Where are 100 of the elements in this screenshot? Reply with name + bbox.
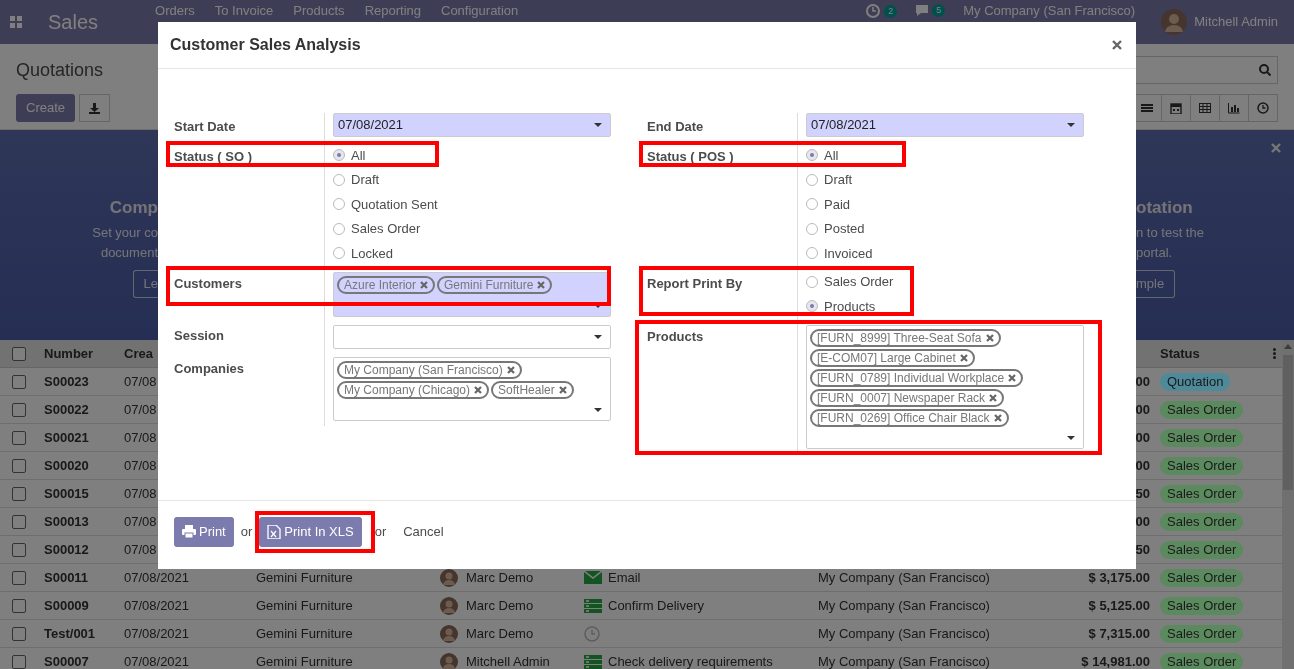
radio-button[interactable] [806,247,818,260]
radio-button[interactable] [806,173,818,186]
download-button[interactable] [79,94,111,122]
date-cell: 07/08 [124,485,157,501]
menu-link[interactable]: Reporting [364,4,421,18]
tags-field[interactable]: [FURN_8999] Three-Seat Sofa [E-COM07] Large Cabinet [FURN_0789] Individual Workplace [FURN_0007] Newspaper Rack [FURN_0269] Office Chair Black [806,324,1084,449]
tag-chip[interactable]: [FURN_0789] Individual Workplace [810,368,1024,387]
remove-icon[interactable] [474,385,483,394]
row-checkbox[interactable] [12,570,26,585]
tags-field[interactable]: Azure Interior Gemini Furniture [333,271,611,317]
tag-chip[interactable]: [E-COM07] Large Cabinet [810,348,975,367]
menu-link[interactable]: Configuration [441,4,519,18]
field-value: 07/08/2021 [811,116,877,135]
company-cell: My Company (San Francisco) [818,569,990,585]
remove-icon[interactable] [989,393,998,402]
tag-chip[interactable]: Azure Interior [337,275,436,294]
cancel-link[interactable]: Cancel [393,516,454,548]
row-checkbox[interactable] [12,514,26,529]
tag-label: [FURN_8999] Three-Seat Sofa [817,330,982,345]
tag-chip[interactable]: SoftHealer [491,380,574,399]
user-name[interactable]: Mitchell Admin [1194,12,1278,32]
row-checkbox[interactable] [12,542,26,557]
remove-icon[interactable] [420,280,429,289]
view-switch-button[interactable] [1190,94,1220,122]
column-header[interactable]: Number [38,343,122,364]
scrollbar-thumb[interactable] [1283,355,1293,490]
remove-icon[interactable] [985,333,994,342]
radio-button[interactable] [806,198,818,211]
column-header[interactable]: Status [1160,343,1200,364]
list-icon[interactable] [584,654,602,669]
radio-button[interactable] [806,222,818,235]
envelope-icon[interactable] [584,571,602,584]
radio-button[interactable] [806,300,818,313]
row-checkbox[interactable] [12,626,26,641]
tag-chip[interactable]: [FURN_8999] Three-Seat Sofa [810,328,1001,347]
scrollbar[interactable] [1282,340,1294,669]
menu-link[interactable]: Orders [155,4,195,18]
radio-label[interactable]: Quotation Sent [351,194,438,214]
date-field[interactable]: 07/08/2021 [806,113,1084,137]
radio-button[interactable] [806,275,818,288]
select-field[interactable] [333,324,611,349]
radio-button[interactable] [333,247,345,260]
radio-label[interactable]: Draft [351,170,380,190]
status-badge: Sales Order [1160,596,1244,615]
print-xls-button[interactable]: Print In XLS [259,517,362,547]
remove-icon[interactable] [1008,373,1017,382]
banner-text: portal. [1136,244,1173,262]
tag-chip[interactable]: Gemini Furniture [437,275,553,294]
remove-icon[interactable] [993,413,1002,422]
date-cell: 07/08/2021 [124,569,190,585]
radio-button[interactable] [333,173,345,186]
remove-icon[interactable] [537,280,546,289]
radio-label[interactable]: Paid [824,194,851,214]
radio-label[interactable]: Draft [824,170,853,190]
row-checkbox[interactable] [12,374,26,389]
radio-label[interactable]: Sales Order [351,219,421,239]
more-options-icon[interactable] [1273,348,1276,359]
view-switch-button[interactable] [1161,94,1191,122]
tag-chip[interactable]: My Company (Chicago) [337,380,490,399]
caret-icon [594,407,602,412]
tag-chip[interactable]: [FURN_0269] Office Chair Black [810,408,1009,427]
row-checkbox[interactable] [12,654,26,669]
chat-icon[interactable] [915,4,930,17]
remove-icon[interactable] [506,365,515,374]
row-checkbox[interactable] [12,458,26,473]
print-button[interactable]: Print [174,517,234,547]
date-field[interactable]: 07/08/2021 [333,113,611,137]
row-checkbox[interactable] [12,402,26,417]
radio-button[interactable] [333,149,345,162]
remove-icon[interactable] [959,353,968,362]
scroll-up-icon[interactable] [1284,344,1292,349]
radio-label[interactable]: Posted [824,219,865,239]
view-switch-button[interactable] [1219,94,1249,122]
create-button[interactable]: Create [16,94,76,122]
company-cell: My Company (San Francisco) [818,597,990,613]
tags-field[interactable]: My Company (San Francisco) My Company (Chicago) SoftHealer [333,356,611,421]
view-switch-button[interactable] [1248,94,1278,122]
row-checkbox[interactable] [12,346,26,361]
menu-link[interactable]: To Invoice [214,4,274,18]
radio-label[interactable]: Sales Order [824,272,894,292]
radio-button[interactable] [333,222,345,235]
menu-link[interactable]: Products [293,4,345,18]
row-checkbox[interactable] [12,598,26,613]
radio-label[interactable]: Locked [351,243,393,263]
user-avatar-icon[interactable] [1161,9,1188,35]
apps-grid-icon[interactable] [10,16,22,28]
radio-button[interactable] [333,198,345,211]
activity-clock-icon[interactable] [866,4,881,18]
tag-chip[interactable]: My Company (San Francisco) [337,360,522,379]
row-checkbox[interactable] [12,430,26,445]
row-checkbox[interactable] [12,486,26,501]
close-icon[interactable] [1112,40,1122,50]
company-switcher[interactable]: My Company (San Francisco) [963,4,1136,18]
spreadsheet-file-icon [267,525,282,539]
radio-button[interactable] [806,149,818,162]
list-icon[interactable] [584,598,602,613]
tag-chip[interactable]: [FURN_0007] Newspaper Rack [810,388,1005,407]
remove-icon[interactable] [558,385,567,394]
banner-text: n to test the [1136,224,1204,242]
radio-label[interactable]: Invoiced [824,243,873,263]
